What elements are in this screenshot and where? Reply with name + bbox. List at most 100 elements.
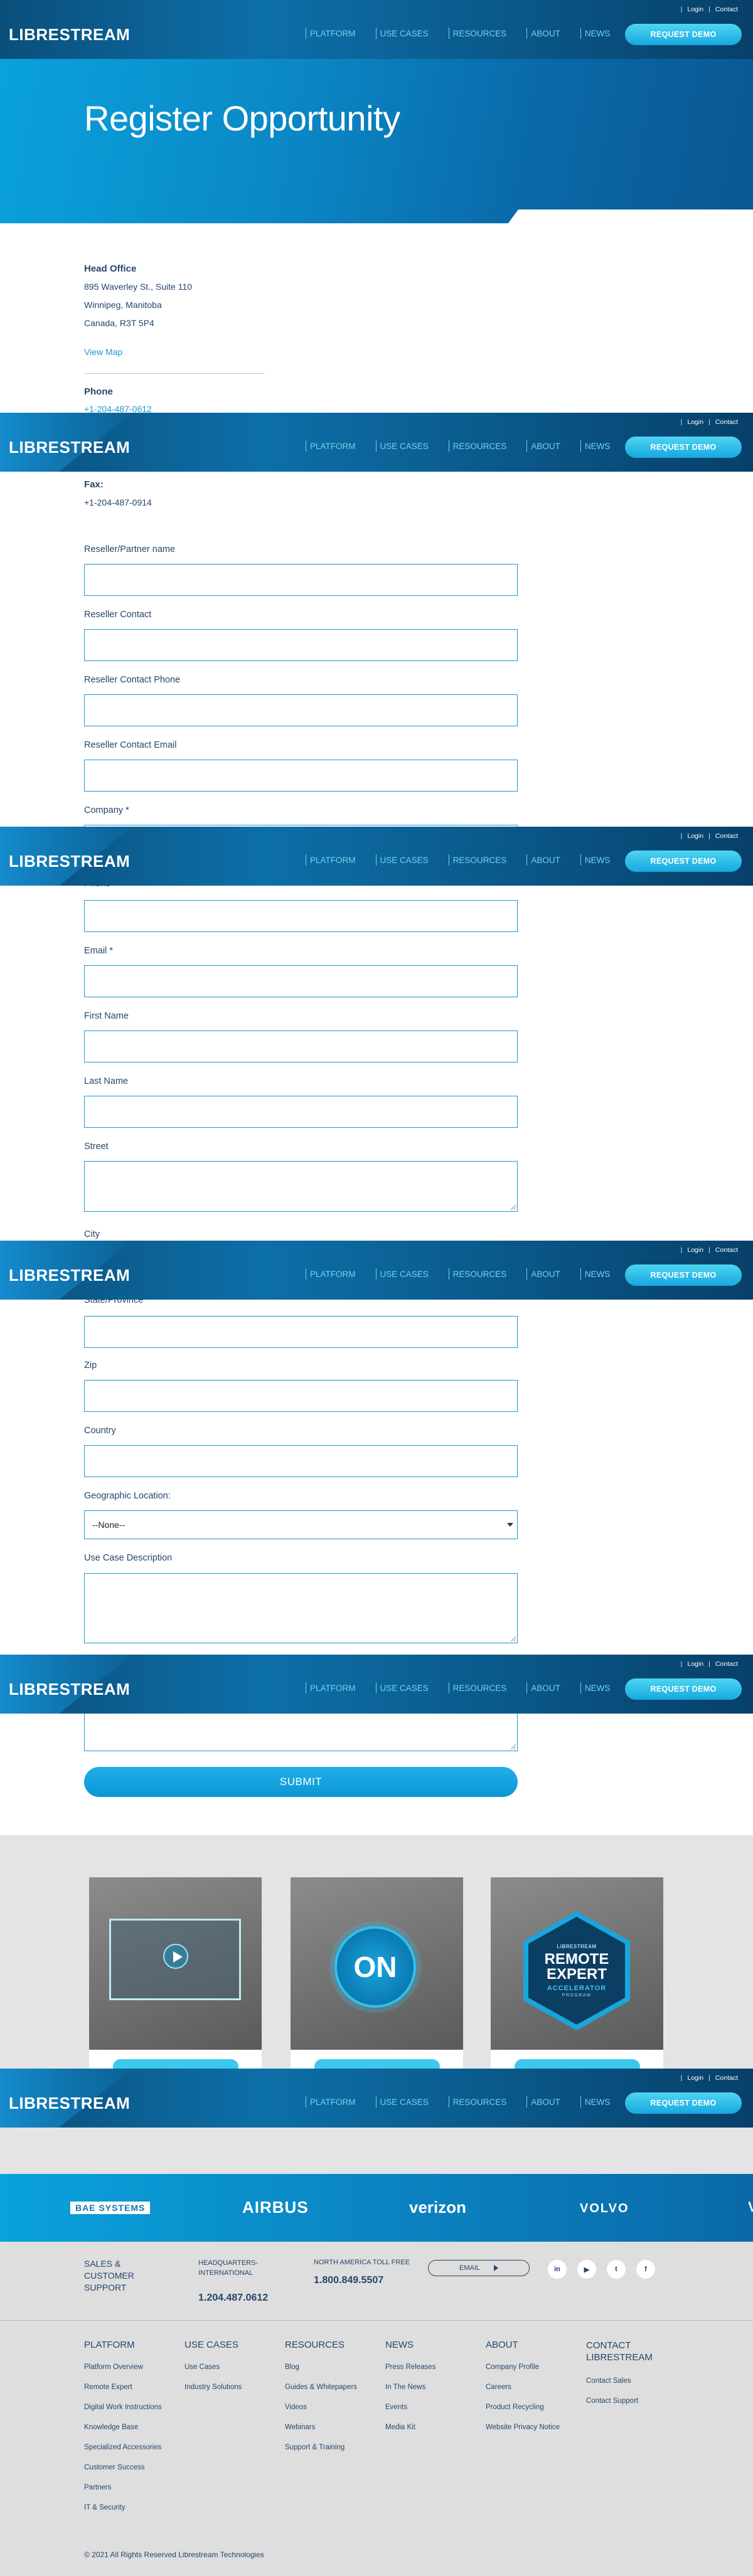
footer-col-about-title[interactable]: ABOUT bbox=[486, 2340, 518, 2350]
footer-col-use-cases-title[interactable]: USE CASES bbox=[184, 2340, 238, 2350]
nav-about[interactable]: ABOUT bbox=[526, 2096, 560, 2107]
first-name-input[interactable] bbox=[84, 1031, 518, 1063]
street-textarea[interactable] bbox=[84, 1161, 518, 1212]
footer-link[interactable]: Media Kit bbox=[385, 2424, 415, 2431]
nav-platform[interactable]: PLATFORM bbox=[306, 1682, 356, 1693]
nav-use-cases[interactable]: USE CASES bbox=[375, 2096, 429, 2107]
footer-link[interactable]: Knowledge Base bbox=[84, 2424, 138, 2431]
footer-col-resources-title[interactable]: RESOURCES bbox=[285, 2340, 344, 2350]
librestream-logo[interactable]: LIBRESTREAM bbox=[9, 1266, 130, 1285]
nav-platform[interactable]: PLATFORM bbox=[306, 854, 356, 866]
contact-link[interactable]: Contact bbox=[715, 1660, 738, 1668]
reseller-name-input[interactable] bbox=[84, 564, 518, 596]
footer-link[interactable]: IT & Security bbox=[84, 2504, 125, 2511]
footer-link[interactable]: In The News bbox=[385, 2383, 425, 2391]
na-phone[interactable]: 1.800.849.5507 bbox=[314, 2275, 383, 2286]
use-case-textarea[interactable] bbox=[84, 1573, 518, 1643]
nav-resources[interactable]: RESOURCES bbox=[448, 28, 506, 39]
nav-use-cases[interactable]: USE CASES bbox=[375, 854, 429, 866]
footer-link[interactable]: Careers bbox=[486, 2383, 511, 2391]
nav-about[interactable]: ABOUT bbox=[526, 28, 560, 39]
login-link[interactable]: Login bbox=[687, 2074, 703, 2082]
hq-phone[interactable]: 1.204.487.0612 bbox=[198, 2292, 268, 2304]
footer-link[interactable]: Remote Expert bbox=[84, 2383, 132, 2391]
footer-link[interactable]: Videos bbox=[285, 2404, 307, 2411]
login-link[interactable]: Login bbox=[687, 832, 703, 840]
nav-resources[interactable]: RESOURCES bbox=[448, 440, 506, 452]
promo-card-video[interactable] bbox=[89, 1877, 262, 2074]
librestream-logo[interactable]: LIBRESTREAM bbox=[9, 438, 130, 457]
resize-grip-icon[interactable] bbox=[511, 1744, 516, 1749]
nav-news[interactable]: NEWS bbox=[580, 1268, 610, 1280]
reseller-contact-email-input[interactable] bbox=[84, 760, 518, 792]
view-map-link[interactable]: View Map bbox=[84, 347, 122, 357]
request-demo-button[interactable]: REQUEST DEMO bbox=[625, 2092, 742, 2114]
nav-about[interactable]: ABOUT bbox=[526, 1268, 560, 1280]
request-demo-button[interactable]: REQUEST DEMO bbox=[625, 1678, 742, 1700]
footer-link[interactable]: Customer Success bbox=[84, 2464, 145, 2471]
request-demo-button[interactable]: REQUEST DEMO bbox=[625, 851, 742, 872]
login-link[interactable]: Login bbox=[687, 6, 703, 13]
footer-col-news-title[interactable]: NEWS bbox=[385, 2340, 414, 2350]
footer-link[interactable]: Company Profile bbox=[486, 2363, 539, 2371]
nav-resources[interactable]: RESOURCES bbox=[448, 1682, 506, 1693]
nav-use-cases[interactable]: USE CASES bbox=[375, 1682, 429, 1693]
footer-link[interactable]: Webinars bbox=[285, 2424, 315, 2431]
footer-link[interactable]: Use Cases bbox=[184, 2363, 220, 2371]
reseller-contact-phone-input[interactable] bbox=[84, 694, 518, 726]
nav-news[interactable]: NEWS bbox=[580, 2096, 610, 2107]
twitter-icon[interactable]: t bbox=[607, 2260, 626, 2279]
resize-grip-icon[interactable] bbox=[511, 1636, 516, 1641]
promo-card-remote-expert[interactable]: LIBRESTREAM REMOTE EXPERT ACCELERATOR PR… bbox=[491, 1877, 663, 2074]
librestream-logo[interactable]: LIBRESTREAM bbox=[9, 2094, 130, 2113]
librestream-logo[interactable]: LIBRESTREAM bbox=[9, 852, 130, 871]
last-name-input[interactable] bbox=[84, 1096, 518, 1128]
nav-news[interactable]: NEWS bbox=[580, 854, 610, 866]
contact-link[interactable]: Contact bbox=[715, 1246, 738, 1254]
nav-news[interactable]: NEWS bbox=[580, 1682, 610, 1693]
nav-platform[interactable]: PLATFORM bbox=[306, 1268, 356, 1280]
nav-news[interactable]: NEWS bbox=[580, 440, 610, 452]
librestream-logo[interactable]: LIBRESTREAM bbox=[9, 1680, 130, 1699]
nav-use-cases[interactable]: USE CASES bbox=[375, 1268, 429, 1280]
contact-link[interactable]: Contact bbox=[715, 6, 738, 13]
login-link[interactable]: Login bbox=[687, 418, 703, 426]
footer-link[interactable]: Guides & Whitepapers bbox=[285, 2383, 357, 2391]
resize-grip-icon[interactable] bbox=[511, 1205, 516, 1210]
phone-input[interactable] bbox=[84, 900, 518, 932]
promo-card-on[interactable]: ON bbox=[291, 1877, 463, 2074]
login-link[interactable]: Login bbox=[687, 1660, 703, 1668]
footer-link[interactable]: Website Privacy Notice bbox=[486, 2424, 560, 2431]
contact-link[interactable]: Contact bbox=[715, 832, 738, 840]
footer-link[interactable]: Specialized Accessories bbox=[84, 2444, 161, 2451]
nav-use-cases[interactable]: USE CASES bbox=[375, 440, 429, 452]
footer-link[interactable]: Contact Support bbox=[586, 2397, 638, 2405]
use-case-textarea-continued[interactable] bbox=[84, 1707, 518, 1751]
footer-link[interactable]: Product Recycling bbox=[486, 2404, 544, 2411]
footer-link[interactable]: Press Releases bbox=[385, 2363, 436, 2371]
footer-col-platform-title[interactable]: PLATFORM bbox=[84, 2340, 135, 2350]
footer-link[interactable]: Platform Overview bbox=[84, 2363, 143, 2371]
youtube-icon[interactable]: ▶ bbox=[577, 2260, 596, 2279]
nav-about[interactable]: ABOUT bbox=[526, 440, 560, 452]
zip-input[interactable] bbox=[84, 1380, 518, 1412]
linkedin-icon[interactable]: in bbox=[548, 2260, 567, 2279]
nav-resources[interactable]: RESOURCES bbox=[448, 2096, 506, 2107]
librestream-logo[interactable]: LIBRESTREAM bbox=[9, 25, 130, 45]
state-input[interactable] bbox=[84, 1316, 518, 1348]
login-link[interactable]: Login bbox=[687, 1246, 703, 1254]
request-demo-button[interactable]: REQUEST DEMO bbox=[625, 437, 742, 458]
contact-link[interactable]: Contact bbox=[715, 2074, 738, 2082]
footer-link[interactable]: Blog bbox=[285, 2363, 299, 2371]
request-demo-button[interactable]: REQUEST DEMO bbox=[625, 1264, 742, 1286]
footer-link[interactable]: Contact Sales bbox=[586, 2377, 631, 2385]
footer-link[interactable]: Support & Training bbox=[285, 2444, 344, 2451]
nav-use-cases[interactable]: USE CASES bbox=[375, 28, 429, 39]
nav-resources[interactable]: RESOURCES bbox=[448, 854, 506, 866]
nav-resources[interactable]: RESOURCES bbox=[448, 1268, 506, 1280]
submit-button[interactable]: SUBMIT bbox=[84, 1767, 518, 1797]
footer-link[interactable]: Industry Solutions bbox=[184, 2383, 242, 2391]
country-input[interactable] bbox=[84, 1445, 518, 1477]
request-demo-button[interactable]: REQUEST DEMO bbox=[625, 24, 742, 45]
nav-about[interactable]: ABOUT bbox=[526, 854, 560, 866]
